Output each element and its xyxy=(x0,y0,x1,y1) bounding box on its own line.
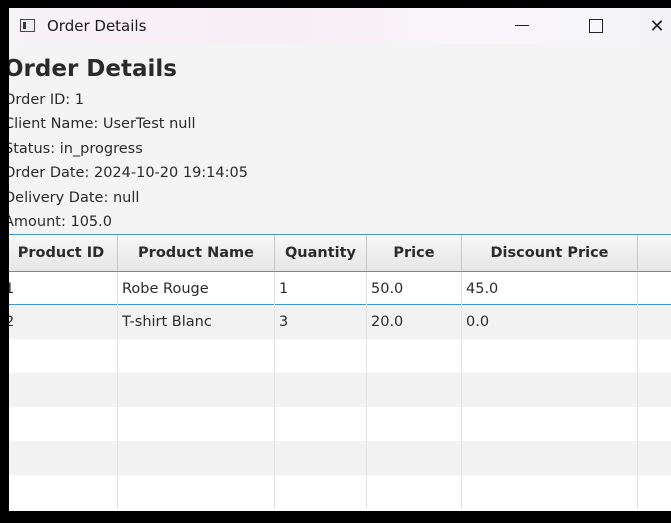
minimize-button[interactable] xyxy=(494,8,550,44)
amount-label: Amount: 105.0 xyxy=(9,214,112,230)
page-title: Order Details xyxy=(9,56,177,82)
order-id-label: Order ID: 1 xyxy=(9,92,84,108)
cell-product-id: 2 xyxy=(9,305,118,339)
empty-table-row xyxy=(9,441,671,475)
delivery-date-label: Delivery Date: null xyxy=(9,190,140,206)
window-title: Order Details xyxy=(47,17,147,35)
column-header-product-id[interactable]: Product ID xyxy=(9,235,118,271)
empty-table-row xyxy=(9,373,671,407)
cell-discount-price: 0.0 xyxy=(462,305,638,339)
cell-price: 20.0 xyxy=(367,305,462,339)
cell-filler xyxy=(638,305,671,339)
cell-product-id: 1 xyxy=(9,272,118,306)
window-titlebar[interactable]: Order Details ✕ xyxy=(9,8,671,44)
order-items-table[interactable]: Product ID Product Name Quantity Price D… xyxy=(9,234,671,511)
close-icon: ✕ xyxy=(649,16,665,36)
column-header-price[interactable]: Price xyxy=(367,235,462,271)
close-button[interactable]: ✕ xyxy=(629,8,671,44)
table-row[interactable]: 2 T-shirt Blanc 3 20.0 0.0 xyxy=(9,305,671,339)
screenshot-border-bottom xyxy=(0,511,671,523)
table-header: Product ID Product Name Quantity Price D… xyxy=(9,235,671,272)
minimize-icon xyxy=(515,25,529,26)
order-details-panel: Order Details Order ID: 1 Client Name: U… xyxy=(9,44,671,511)
status-label: Status: in_progress xyxy=(9,141,143,157)
cell-discount-price: 45.0 xyxy=(462,272,638,306)
cell-product-name: T-shirt Blanc xyxy=(118,305,275,339)
client-name-label: Client Name: UserTest null xyxy=(9,116,196,132)
cell-price: 50.0 xyxy=(367,272,462,306)
cell-filler xyxy=(638,272,671,306)
cell-quantity: 1 xyxy=(275,272,367,306)
column-header-discount-price[interactable]: Discount Price xyxy=(462,235,638,271)
empty-table-row xyxy=(9,475,671,509)
app-window-icon xyxy=(20,19,35,32)
column-header-quantity[interactable]: Quantity xyxy=(275,235,367,271)
empty-table-row xyxy=(9,339,671,373)
column-header-product-name[interactable]: Product Name xyxy=(118,235,275,271)
column-header-filler xyxy=(638,235,671,271)
order-date-label: Order Date: 2024-10-20 19:14:05 xyxy=(9,165,248,181)
empty-table-row xyxy=(9,407,671,441)
cell-product-name: Robe Rouge xyxy=(118,272,275,306)
maximize-icon xyxy=(589,19,603,33)
screenshot-border-left xyxy=(0,0,9,523)
table-row[interactable]: 1 Robe Rouge 1 50.0 45.0 xyxy=(9,271,671,306)
maximize-button[interactable] xyxy=(569,8,625,44)
cell-quantity: 3 xyxy=(275,305,367,339)
screenshot-border-top xyxy=(0,0,671,8)
